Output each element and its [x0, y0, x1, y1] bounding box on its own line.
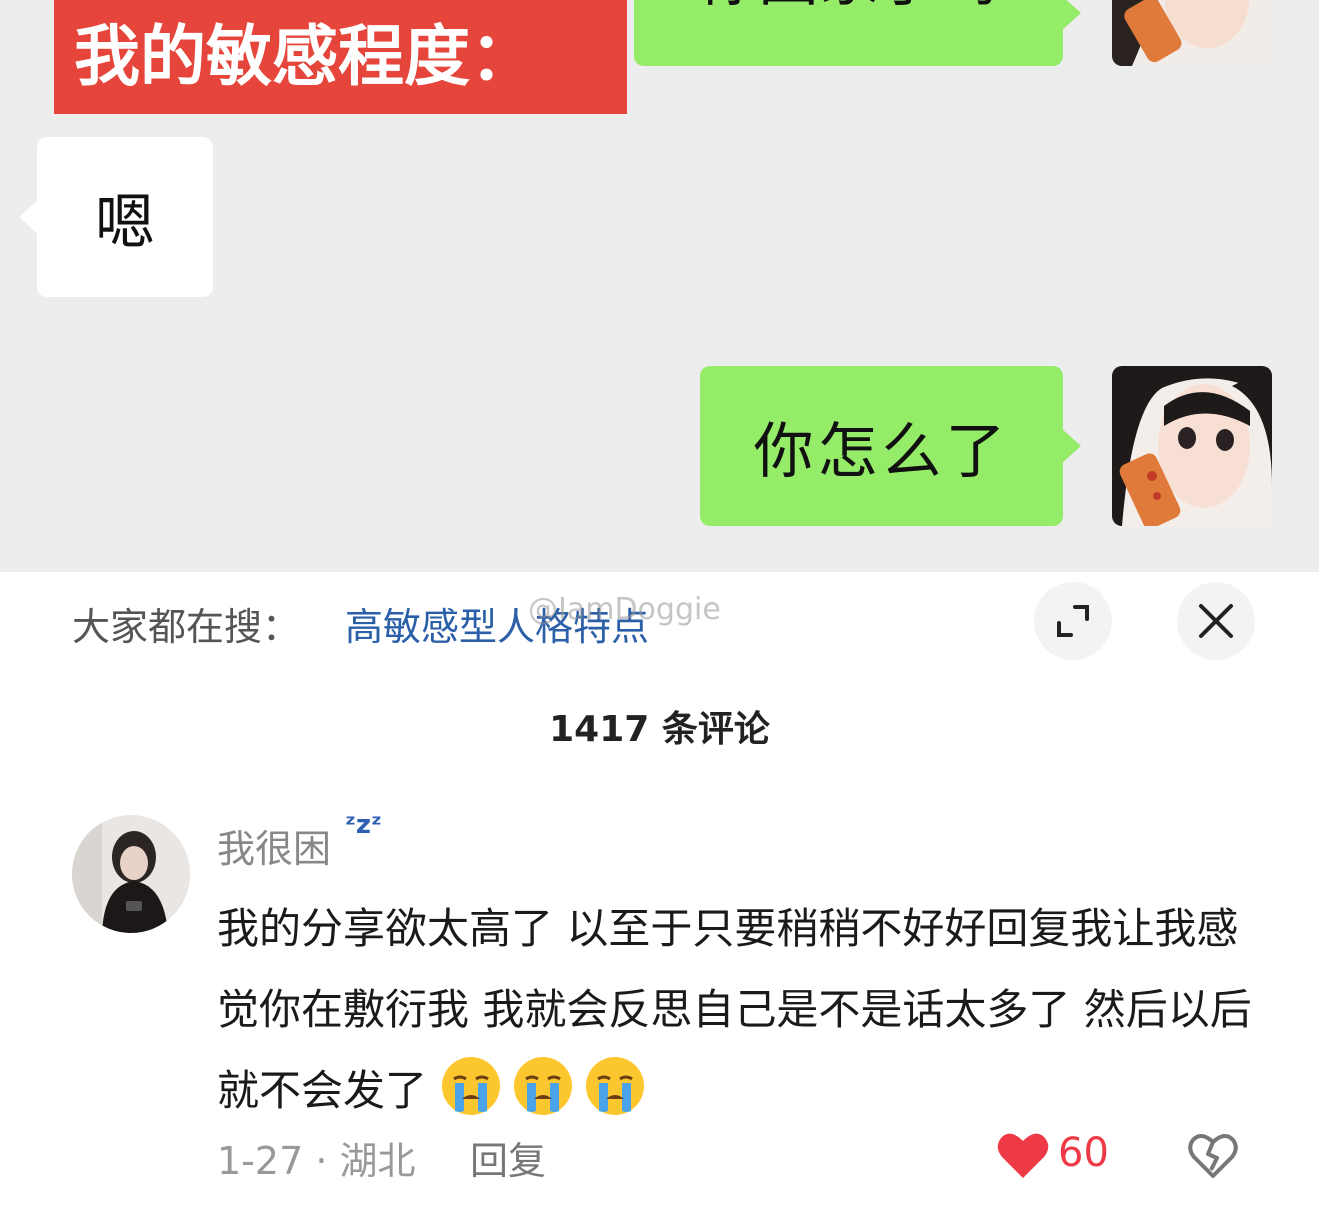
comment-count: 1417 条评论	[549, 709, 770, 750]
header-label: 我的敏感程度：	[54, 0, 627, 114]
crying-face-icon	[442, 1057, 501, 1115]
chat-avatar	[1112, 366, 1272, 526]
chat-bubble-text: 你怎么了	[753, 416, 1010, 487]
reply-button[interactable]: 回复	[470, 1130, 546, 1185]
chat-avatar	[1112, 0, 1272, 66]
expand-button[interactable]	[1034, 582, 1112, 660]
crying-face-icon	[514, 1057, 573, 1115]
chat-bubble-sent: 你怎么了	[700, 366, 1081, 526]
avatar-photo-icon	[1112, 0, 1272, 66]
comment-date-location: 1-27 · 湖北	[217, 1139, 416, 1183]
chat-bubble-received: 嗯	[19, 137, 213, 297]
search-suggestion-prefix: 大家都在搜：	[72, 605, 301, 649]
avatar-photo-icon	[1112, 366, 1272, 526]
like-count: 60	[1058, 1130, 1109, 1176]
heart-like-icon[interactable]	[996, 1130, 1050, 1180]
crying-face-icon	[586, 1057, 645, 1115]
chat-bubble-text: 你回家了吗	[699, 0, 999, 18]
chat-bubble-text: 嗯	[95, 187, 155, 258]
comment-body: 我的分享欲太高了 以至于只要稍稍不好好回复我让我感觉你在敷衍我 我就会反思自己是…	[217, 888, 1257, 1131]
close-icon	[1199, 604, 1233, 638]
commenter-username[interactable]: 我很困	[217, 818, 331, 873]
commenter-avatar[interactable]	[72, 815, 190, 933]
avatar-photo-icon	[72, 815, 190, 933]
broken-heart-icon[interactable]	[1187, 1130, 1239, 1180]
chat-screenshot: 你回家了吗 我的敏感程度： 嗯 你怎么了	[0, 0, 1319, 572]
sleeping-zzz-icon: ᶻzᶻ	[345, 810, 382, 840]
chat-bubble-sent: 你回家了吗	[634, 0, 1081, 66]
watermark: @IamDoggie	[528, 592, 721, 627]
close-button[interactable]	[1177, 582, 1255, 660]
expand-icon	[1057, 605, 1089, 637]
comment-text: 我的分享欲太高了 以至于只要稍稍不好好回复我让我感觉你在敷衍我 我就会反思自己是…	[217, 904, 1252, 1115]
